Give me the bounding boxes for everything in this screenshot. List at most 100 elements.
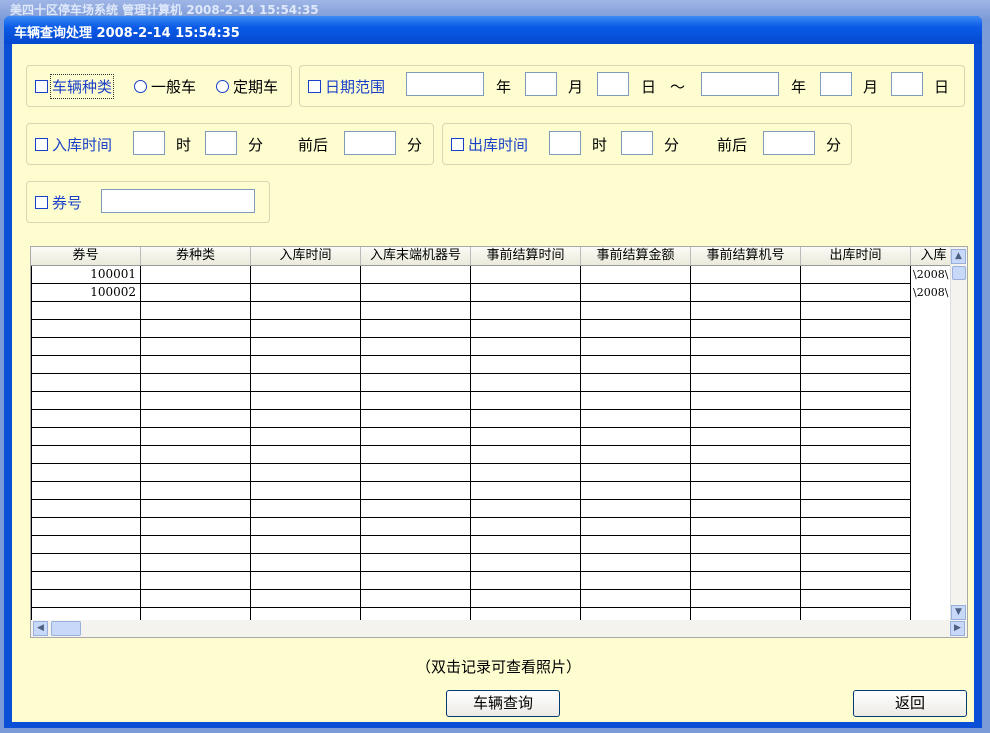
table-cell[interactable] [691, 266, 801, 284]
table-cell[interactable] [471, 410, 581, 428]
table-cell[interactable] [141, 500, 251, 518]
table-cell[interactable] [801, 356, 911, 374]
table-cell[interactable] [581, 284, 691, 302]
table-cell[interactable] [691, 410, 801, 428]
table-cell[interactable] [31, 536, 141, 554]
table-cell[interactable] [581, 392, 691, 410]
table-cell[interactable] [801, 302, 911, 320]
table-cell[interactable] [31, 320, 141, 338]
table-cell[interactable] [581, 410, 691, 428]
table-cell[interactable] [691, 302, 801, 320]
table-cell[interactable] [251, 410, 361, 428]
table-cell[interactable] [691, 572, 801, 590]
table-cell[interactable] [141, 464, 251, 482]
table-cell[interactable] [141, 320, 251, 338]
table-cell[interactable] [31, 500, 141, 518]
table-cell[interactable] [801, 410, 911, 428]
radio-normal-car[interactable] [134, 80, 147, 93]
table-cell[interactable] [361, 500, 471, 518]
scroll-right-icon[interactable]: ▶ [950, 621, 965, 636]
table-cell[interactable] [691, 338, 801, 356]
table-cell[interactable] [801, 284, 911, 302]
table-cell[interactable] [251, 320, 361, 338]
table-row[interactable] [31, 518, 957, 536]
table-cell[interactable] [361, 536, 471, 554]
table-cell[interactable] [581, 302, 691, 320]
entry-around-input[interactable] [344, 131, 396, 155]
table-cell[interactable] [581, 536, 691, 554]
table-cell[interactable] [361, 464, 471, 482]
table-cell[interactable] [31, 302, 141, 320]
table-row[interactable] [31, 338, 957, 356]
scroll-left-icon[interactable]: ◀ [33, 621, 48, 636]
table-cell[interactable] [801, 536, 911, 554]
table-row[interactable] [31, 320, 957, 338]
table-cell[interactable] [801, 392, 911, 410]
table-cell[interactable] [141, 266, 251, 284]
table-row[interactable]: 100002 \2008\ [31, 284, 957, 302]
table-row[interactable] [31, 428, 957, 446]
table-row[interactable] [31, 446, 957, 464]
table-cell[interactable] [31, 356, 141, 374]
table-cell[interactable] [361, 338, 471, 356]
table-cell[interactable] [361, 590, 471, 608]
table-cell[interactable]: 100002 [31, 284, 141, 302]
end-year-input[interactable] [701, 72, 779, 96]
table-cell[interactable] [471, 464, 581, 482]
table-row[interactable] [31, 464, 957, 482]
table-cell[interactable] [361, 356, 471, 374]
table-row[interactable] [31, 500, 957, 518]
column-header[interactable]: 事前结算金额 [581, 247, 691, 265]
table-cell[interactable] [691, 482, 801, 500]
table-cell[interactable] [581, 320, 691, 338]
table-cell[interactable] [691, 464, 801, 482]
table-row[interactable]: 100001 \2008\ [31, 266, 957, 284]
table-cell[interactable] [691, 554, 801, 572]
table-cell[interactable] [691, 518, 801, 536]
table-cell[interactable] [801, 428, 911, 446]
table-row[interactable] [31, 356, 957, 374]
table-cell[interactable] [471, 428, 581, 446]
table-cell[interactable] [361, 266, 471, 284]
table-cell[interactable] [471, 338, 581, 356]
table-cell[interactable] [471, 320, 581, 338]
table-cell[interactable] [141, 536, 251, 554]
table-cell[interactable] [31, 410, 141, 428]
entry-minute-input[interactable] [205, 131, 237, 155]
back-button[interactable]: 返回 [853, 690, 967, 717]
end-day-input[interactable] [891, 72, 923, 96]
table-cell[interactable] [581, 446, 691, 464]
table-cell[interactable] [801, 518, 911, 536]
table-cell[interactable] [141, 392, 251, 410]
table-cell[interactable] [801, 320, 911, 338]
table-cell[interactable] [581, 500, 691, 518]
exit-minute-input[interactable] [621, 131, 653, 155]
table-cell[interactable] [361, 410, 471, 428]
table-cell[interactable] [251, 482, 361, 500]
vehicle-type-checkbox[interactable] [35, 80, 48, 93]
table-cell[interactable] [361, 518, 471, 536]
table-row[interactable] [31, 572, 957, 590]
table-cell[interactable] [251, 356, 361, 374]
records-grid[interactable]: 券号 券种类 入库时间 入库末端机器号 事前结算时间 事前结算金额 事前结算机号 出库时间 入库… [30, 246, 968, 638]
table-cell[interactable] [31, 554, 141, 572]
date-range-checkbox[interactable] [308, 80, 321, 93]
table-cell[interactable]: 100001 [31, 266, 141, 284]
table-cell[interactable] [801, 482, 911, 500]
table-cell[interactable] [471, 284, 581, 302]
table-cell[interactable] [471, 302, 581, 320]
table-cell[interactable] [471, 536, 581, 554]
exit-time-checkbox[interactable] [451, 138, 464, 151]
table-cell[interactable] [581, 572, 691, 590]
radio-regular-car-label[interactable]: 定期车 [233, 76, 278, 97]
table-cell[interactable] [471, 500, 581, 518]
table-cell[interactable] [801, 554, 911, 572]
radio-normal-car-label[interactable]: 一般车 [151, 76, 196, 97]
table-cell[interactable] [361, 482, 471, 500]
table-cell[interactable] [691, 374, 801, 392]
table-cell[interactable] [31, 590, 141, 608]
table-cell[interactable] [141, 284, 251, 302]
end-month-input[interactable] [820, 72, 852, 96]
table-cell[interactable] [471, 482, 581, 500]
table-cell[interactable] [141, 554, 251, 572]
